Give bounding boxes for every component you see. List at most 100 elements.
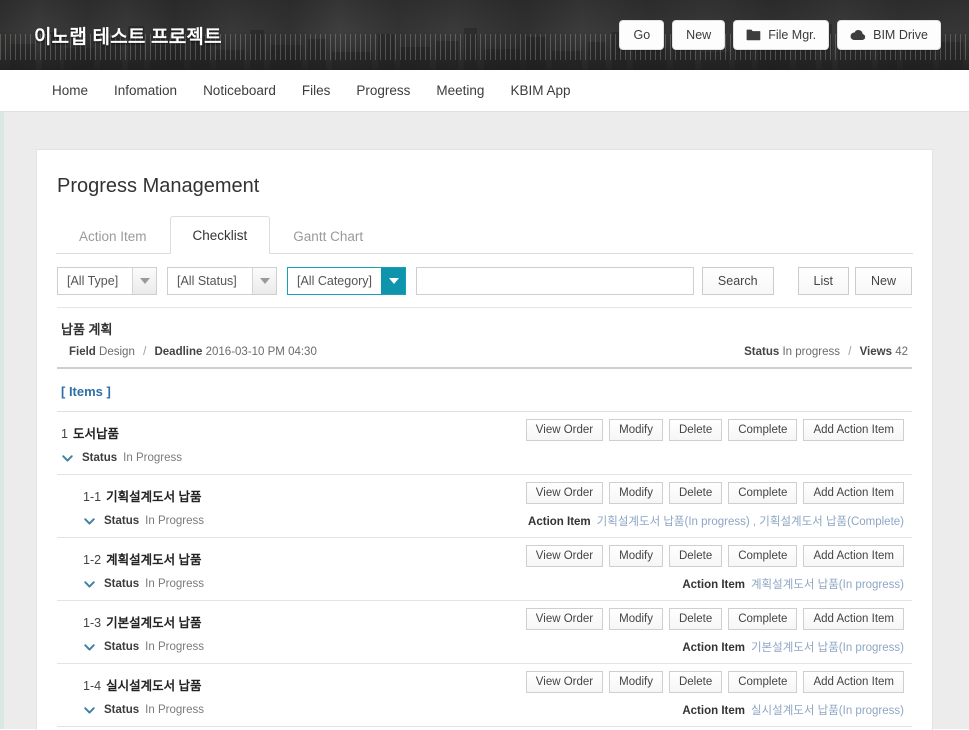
action-item-value[interactable]: 기획설계도서 납품(In progress) , 기획설계도서 납품(Compl… <box>597 516 904 528</box>
category-filter-select[interactable]: [All Category] <box>287 267 407 295</box>
view-order-button[interactable]: View Order <box>525 545 604 567</box>
modify-button[interactable]: Modify <box>609 608 663 630</box>
chevron-down-icon[interactable] <box>83 515 96 528</box>
add-action-item-button[interactable]: Add Action Item <box>803 671 904 693</box>
folder-icon <box>746 29 761 41</box>
page-title: Progress Management <box>57 175 260 197</box>
item-status-line: Status In Progress Action Item 실시설계도서 납품(In… <box>79 702 912 718</box>
type-filter-select[interactable]: [All Type] <box>57 267 157 295</box>
site-header-banner: 이노랩 테스트 프로젝트 Go New File Mgr. BIM Drive <box>0 0 969 70</box>
go-button[interactable]: Go <box>619 20 665 50</box>
checklist-item-row: 1-3 기본설계도서 납품 View Order Modify Delete Comple… <box>57 601 912 664</box>
item-name: 1-1 기획설계도서 납품 <box>79 486 202 505</box>
views-key: Views <box>859 346 892 358</box>
search-button[interactable]: Search <box>701 267 774 295</box>
checklist-meta: Field Design / Deadline 2016-03-10 PM 04… <box>61 346 908 358</box>
checklist-item-row: 1-4 실시설계도서 납품 View Order Modify Delete Comple… <box>57 664 912 727</box>
deadline-key: Deadline <box>154 346 203 358</box>
modify-button[interactable]: Modify <box>609 545 663 567</box>
chevron-down-icon[interactable] <box>61 452 74 465</box>
nav-item-files[interactable]: Files <box>302 83 331 98</box>
nav-item-noticeboard[interactable]: Noticeboard <box>203 83 276 98</box>
status-label: Status <box>104 704 140 716</box>
complete-button[interactable]: Complete <box>728 608 798 630</box>
add-action-item-button[interactable]: Add Action Item <box>803 545 904 567</box>
row-action-buttons: View Order Modify Delete Complete Add Action… <box>525 482 904 504</box>
delete-button[interactable]: Delete <box>668 608 723 630</box>
complete-button[interactable]: Complete <box>728 545 798 567</box>
item-title: 기본설계도서 납품 <box>106 615 202 630</box>
action-item-label: Action Item <box>682 642 745 654</box>
complete-button[interactable]: Complete <box>728 419 798 441</box>
item-status-line: Status In Progress Action Item 기획설계도서 납품(In… <box>79 513 912 529</box>
modify-button[interactable]: Modify <box>609 482 663 504</box>
new-button[interactable]: New <box>672 20 726 50</box>
row-action-buttons: View Order Modify Delete Complete Add Action… <box>525 545 904 567</box>
action-item-summary: Action Item 계획설계도서 납품(In progress) <box>682 576 904 592</box>
add-action-item-button[interactable]: Add Action Item <box>803 419 904 441</box>
item-name: 1-2 계획설계도서 납품 <box>79 549 202 568</box>
row-action-buttons: View Order Modify Delete Complete Add Action… <box>525 419 904 441</box>
add-action-item-button[interactable]: Add Action Item <box>803 482 904 504</box>
view-order-button[interactable]: View Order <box>525 608 604 630</box>
new-record-button[interactable]: New <box>854 267 912 295</box>
status-value: In Progress <box>145 578 204 590</box>
meta-separator: / <box>143 346 147 358</box>
item-title: 도서납품 <box>72 426 119 441</box>
delete-button[interactable]: Delete <box>668 419 723 441</box>
chevron-down-icon[interactable] <box>132 268 156 294</box>
chevron-down-icon[interactable] <box>83 704 96 717</box>
go-button-label: Go <box>633 28 651 42</box>
view-order-button[interactable]: View Order <box>525 671 604 693</box>
view-order-button[interactable]: View Order <box>525 419 604 441</box>
delete-button[interactable]: Delete <box>668 545 723 567</box>
chevron-down-icon[interactable] <box>83 641 96 654</box>
action-item-label: Action Item <box>682 579 745 591</box>
nav-item-meeting[interactable]: Meeting <box>436 83 484 98</box>
action-item-value[interactable]: 기본설계도서 납품(In progress) <box>751 642 904 654</box>
checklist-title: 납품 계획 <box>61 322 113 337</box>
nav-item-kbim-app[interactable]: KBIM App <box>510 83 570 98</box>
file-manager-label: File Mgr. <box>768 28 817 42</box>
tab-action-item[interactable]: Action Item <box>56 219 170 253</box>
items-heading: [ Items ] <box>57 369 912 412</box>
delete-button[interactable]: Delete <box>668 671 723 693</box>
nav-item-infomation[interactable]: Infomation <box>114 83 177 98</box>
add-action-item-button[interactable]: Add Action Item <box>803 608 904 630</box>
chevron-down-icon[interactable] <box>381 268 406 294</box>
modify-button[interactable]: Modify <box>609 419 663 441</box>
project-title: 이노랩 테스트 프로젝트 <box>34 26 222 48</box>
status-value: In progress <box>782 346 840 358</box>
chevron-down-icon[interactable] <box>252 268 276 294</box>
file-manager-button[interactable]: File Mgr. <box>733 20 830 50</box>
deadline-value: 2016-03-10 PM 04:30 <box>205 346 317 358</box>
tab-checklist[interactable]: Checklist <box>169 216 271 254</box>
status-filter-select[interactable]: [All Status] <box>167 267 277 295</box>
tab-bar: Action Item Checklist Gantt Chart <box>56 216 913 254</box>
modify-button[interactable]: Modify <box>609 671 663 693</box>
row-action-buttons: View Order Modify Delete Complete Add Action… <box>525 608 904 630</box>
action-item-label: Action Item <box>528 516 591 528</box>
status-label: Status <box>104 578 140 590</box>
views-value: 42 <box>895 346 908 358</box>
complete-button[interactable]: Complete <box>728 671 798 693</box>
list-button[interactable]: List <box>797 267 849 295</box>
chevron-down-icon[interactable] <box>83 578 96 591</box>
item-name: 1 도서납품 <box>57 423 119 442</box>
field-value: Design <box>99 346 135 358</box>
item-number: 1-3 <box>83 615 102 630</box>
bim-drive-button[interactable]: BIM Drive <box>837 20 941 50</box>
tab-gantt-chart[interactable]: Gantt Chart <box>270 219 386 253</box>
view-order-button[interactable]: View Order <box>525 482 604 504</box>
delete-button[interactable]: Delete <box>668 482 723 504</box>
complete-button[interactable]: Complete <box>728 482 798 504</box>
action-item-value[interactable]: 계획설계도서 납품(In progress) <box>751 579 904 591</box>
nav-item-home[interactable]: Home <box>52 83 88 98</box>
item-number: 1-4 <box>83 678 102 693</box>
checklist-meta-right: Status In progress / Views 42 <box>744 346 908 358</box>
search-input[interactable] <box>416 267 694 295</box>
new-button-label: New <box>686 28 712 42</box>
status-value: In Progress <box>145 641 204 653</box>
action-item-value[interactable]: 실시설계도서 납품(In progress) <box>751 705 904 717</box>
nav-item-progress[interactable]: Progress <box>356 83 410 98</box>
